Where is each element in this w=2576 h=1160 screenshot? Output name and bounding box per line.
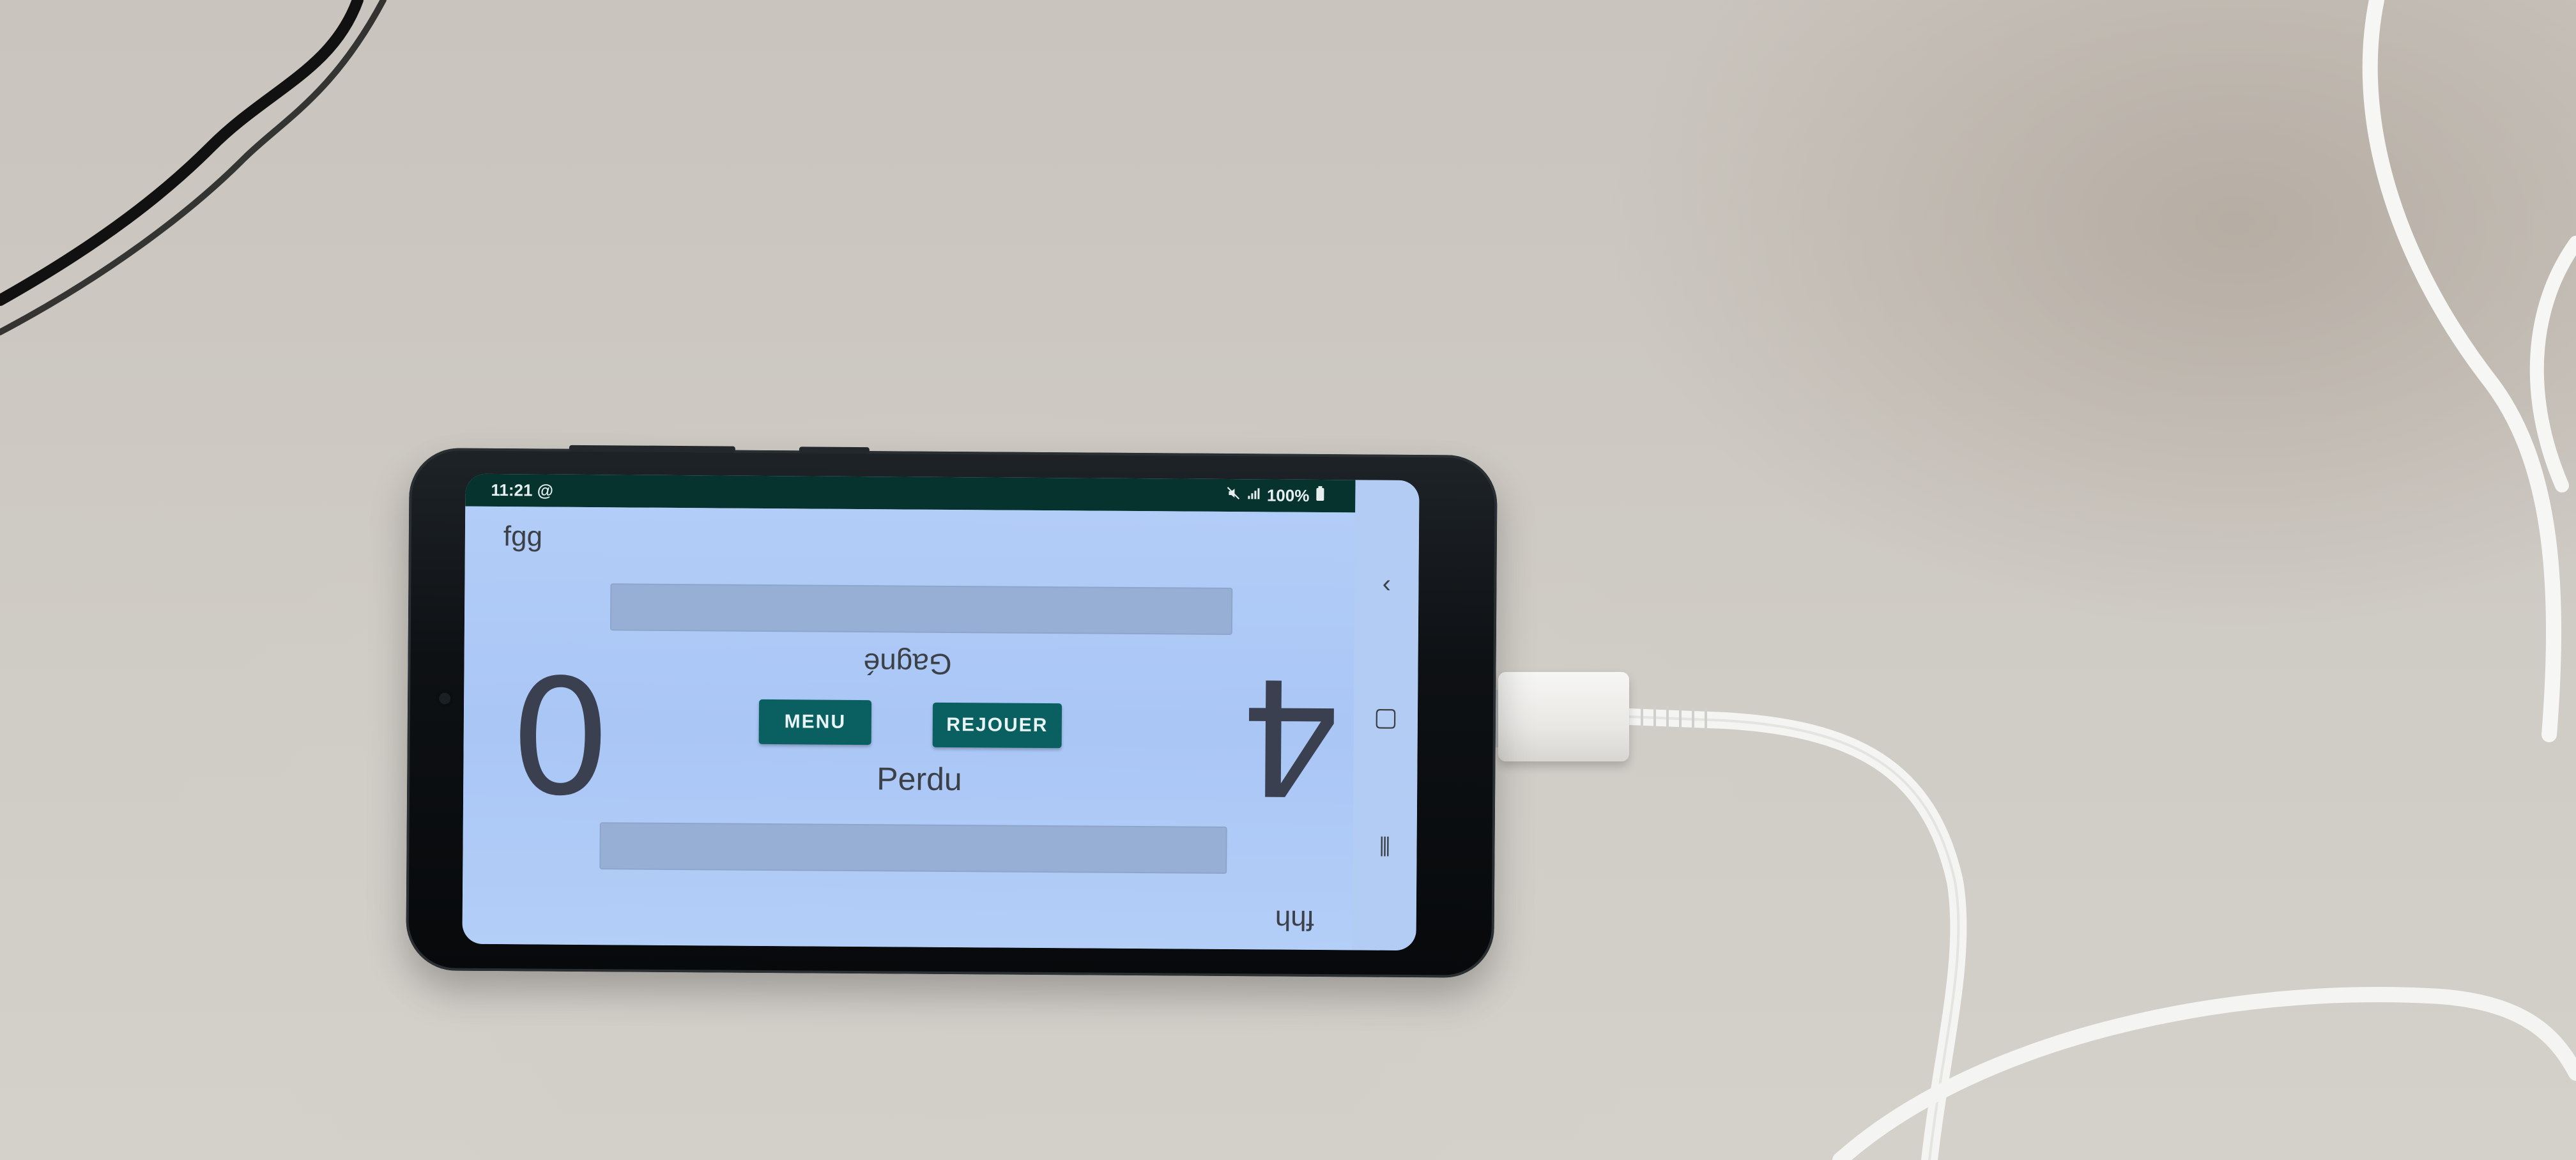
player-top-name: fgg — [503, 521, 543, 553]
signal-icon — [1246, 486, 1261, 505]
player-bottom-name: fhh — [1275, 904, 1314, 936]
battery-percent: 100% — [1266, 485, 1310, 505]
status-extra-icon: @ — [537, 480, 554, 500]
back-icon[interactable]: ‹ — [1354, 569, 1418, 599]
score-left: 0 — [509, 645, 612, 832]
status-right: 100% — [1226, 485, 1325, 506]
player-bottom-bar — [599, 822, 1227, 874]
score-right: 4 — [1239, 643, 1342, 830]
player-top-bar — [610, 583, 1233, 636]
result-top: Gagné — [863, 647, 952, 681]
menu-button[interactable]: MENU — [758, 699, 872, 745]
mute-icon — [1226, 486, 1240, 505]
usb-plug — [1498, 672, 1629, 761]
photo-scene: 11:21 @ 100% fgg 0 Gagné MENU REJOUER 4 … — [0, 0, 2576, 1160]
replay-button[interactable]: REJOUER — [932, 702, 1062, 749]
phone: 11:21 @ 100% fgg 0 Gagné MENU REJOUER 4 … — [406, 445, 1498, 978]
game-screen: fgg 0 Gagné MENU REJOUER 4 Perdu fhh — [462, 506, 1356, 950]
phone-screen: 11:21 @ 100% fgg 0 Gagné MENU REJOUER 4 … — [462, 473, 1420, 951]
battery-icon — [1315, 485, 1324, 506]
result-bottom: Perdu — [877, 761, 962, 798]
recent-apps-icon[interactable]: ⦀ — [1353, 833, 1416, 862]
home-icon[interactable]: ▢ — [1354, 702, 1418, 732]
front-camera — [436, 689, 454, 708]
volume-button — [569, 445, 735, 453]
status-time: 11:21 — [491, 480, 533, 500]
power-button — [799, 446, 870, 454]
status-left: 11:21 @ — [491, 480, 553, 501]
navigation-bar: ‹ ▢ ⦀ — [1352, 480, 1420, 951]
